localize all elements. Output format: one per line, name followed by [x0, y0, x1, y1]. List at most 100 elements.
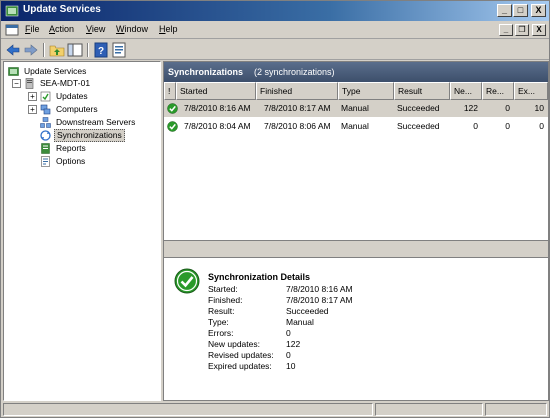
cell-finished: 7/8/2010 8:17 AM: [264, 103, 331, 113]
cell-started: 7/8/2010 8:04 AM: [184, 121, 251, 131]
synchronizations-grid[interactable]: ! Started Finished Type Result Ne... Re.…: [164, 82, 548, 240]
toolbar-separator: [87, 43, 89, 57]
column-header-status[interactable]: !: [164, 82, 176, 100]
tree-label: Reports: [56, 143, 86, 153]
pane-header: Synchronizations (2 synchronizations): [164, 62, 548, 82]
svg-text:?: ?: [98, 46, 104, 57]
pane-splitter[interactable]: [164, 240, 548, 258]
table-row[interactable]: 7/8/2010 8:04 AM 7/8/2010 8:06 AM Manual…: [164, 118, 548, 135]
mmc-window: Update Services _ □ X File Action View W…: [0, 0, 550, 418]
mdi-minimize-button[interactable]: _: [499, 24, 513, 36]
detail-value-started: 7/8/2010 8:16 AM: [286, 284, 353, 294]
options-icon: [41, 156, 50, 167]
details-title: Synchronization Details: [208, 272, 311, 282]
column-header-revised[interactable]: Re...: [482, 82, 514, 100]
toolbar-separator: [43, 43, 45, 57]
column-header-expired[interactable]: Ex...: [514, 82, 548, 100]
success-check-large-icon: [174, 268, 200, 294]
detail-label-result: Result:: [208, 306, 235, 316]
status-cell-main: [3, 403, 373, 416]
column-header-type[interactable]: Type: [338, 82, 394, 100]
detail-value-finished: 7/8/2010 8:17 AM: [286, 295, 353, 305]
tree-label: Computers: [56, 104, 98, 114]
menu-window[interactable]: Window: [116, 24, 148, 34]
detail-label-new-updates: New updates:: [208, 339, 260, 349]
back-arrow-icon[interactable]: [5, 42, 21, 58]
table-row[interactable]: 7/8/2010 8:16 AM 7/8/2010 8:17 AM Manual…: [164, 100, 548, 117]
expander-updates[interactable]: +: [28, 92, 37, 101]
console-tree[interactable]: Update Services − SEA-MDT-01 + Updates +: [3, 61, 161, 401]
success-check-icon: [167, 103, 178, 114]
menu-view[interactable]: View: [86, 24, 105, 34]
cell-revised: 0: [505, 121, 510, 131]
menu-file[interactable]: File: [25, 24, 40, 34]
detail-label-started: Started:: [208, 284, 238, 294]
cell-new: 0: [473, 121, 478, 131]
cell-revised: 0: [505, 103, 510, 113]
close-button[interactable]: X: [531, 4, 546, 17]
detail-label-errors: Errors:: [208, 328, 234, 338]
cell-expired: 10: [534, 103, 544, 113]
column-header-result[interactable]: Result: [394, 82, 450, 100]
cell-result: Succeeded: [397, 121, 440, 131]
cell-result: Succeeded: [397, 103, 440, 113]
success-check-icon: [167, 121, 178, 132]
pane-count: (2 synchronizations): [254, 67, 335, 77]
toolbar: ?: [1, 40, 549, 60]
detail-value-revised-updates: 0: [286, 350, 291, 360]
detail-label-revised-updates: Revised updates:: [208, 350, 274, 360]
forward-arrow-icon[interactable]: [23, 42, 39, 58]
cell-type: Manual: [341, 103, 369, 113]
computers-icon: [40, 104, 51, 115]
detail-label-finished: Finished:: [208, 295, 243, 305]
detail-label-expired-updates: Expired updates:: [208, 361, 272, 371]
tree-label: Updates: [56, 91, 88, 101]
detail-value-result: Succeeded: [286, 306, 329, 316]
detail-label-type: Type:: [208, 317, 229, 327]
updates-icon: [40, 91, 51, 102]
detail-value-expired-updates: 10: [286, 361, 296, 371]
status-cell-secondary: [375, 403, 483, 416]
downstream-servers-icon: [40, 117, 51, 128]
detail-value-type: Manual: [286, 317, 314, 327]
synchronizations-icon: [40, 130, 51, 141]
mdi-close-button[interactable]: X: [532, 24, 546, 36]
help-icon[interactable]: ?: [93, 42, 109, 58]
tree-label: Downstream Servers: [56, 117, 136, 127]
status-cell-tertiary: [485, 403, 547, 416]
results-pane: Synchronizations (2 synchronizations) ! …: [163, 61, 549, 401]
cell-started: 7/8/2010 8:16 AM: [184, 103, 251, 113]
cell-expired: 0: [539, 121, 544, 131]
expander-server[interactable]: −: [12, 79, 21, 88]
update-services-node-icon: [8, 67, 19, 76]
up-folder-icon[interactable]: [49, 42, 65, 58]
tree-label: Options: [56, 156, 86, 166]
menu-help[interactable]: Help: [159, 24, 178, 34]
console-menu-icon[interactable]: [5, 23, 19, 37]
menu-bar: File Action View Window Help _ ❐ X: [1, 21, 549, 39]
pane-title: Synchronizations: [168, 67, 244, 77]
column-header-new[interactable]: Ne...: [450, 82, 482, 100]
server-icon: [25, 78, 34, 89]
properties-icon[interactable]: [111, 42, 127, 58]
sync-details-panel: Synchronization Details Started: 7/8/201…: [164, 258, 548, 400]
update-services-app-icon: [5, 5, 19, 17]
maximize-button[interactable]: □: [513, 4, 528, 17]
grid-header: ! Started Finished Type Result Ne... Re.…: [164, 82, 548, 100]
tree-label: Synchronizations: [54, 129, 125, 142]
mdi-restore-button[interactable]: ❐: [515, 24, 529, 36]
status-bar: [1, 402, 549, 417]
title-bar[interactable]: Update Services _ □ X: [1, 1, 549, 21]
column-header-started[interactable]: Started: [176, 82, 256, 100]
detail-value-errors: 0: [286, 328, 291, 338]
minimize-button[interactable]: _: [497, 4, 512, 17]
show-hide-tree-icon[interactable]: [67, 42, 83, 58]
cell-finished: 7/8/2010 8:06 AM: [264, 121, 331, 131]
cell-type: Manual: [341, 121, 369, 131]
expander-computers[interactable]: +: [28, 105, 37, 114]
detail-value-new-updates: 122: [286, 339, 301, 349]
window-title: Update Services: [23, 4, 101, 15]
menu-action[interactable]: Action: [49, 24, 74, 34]
column-header-finished[interactable]: Finished: [256, 82, 338, 100]
reports-icon: [41, 143, 50, 154]
